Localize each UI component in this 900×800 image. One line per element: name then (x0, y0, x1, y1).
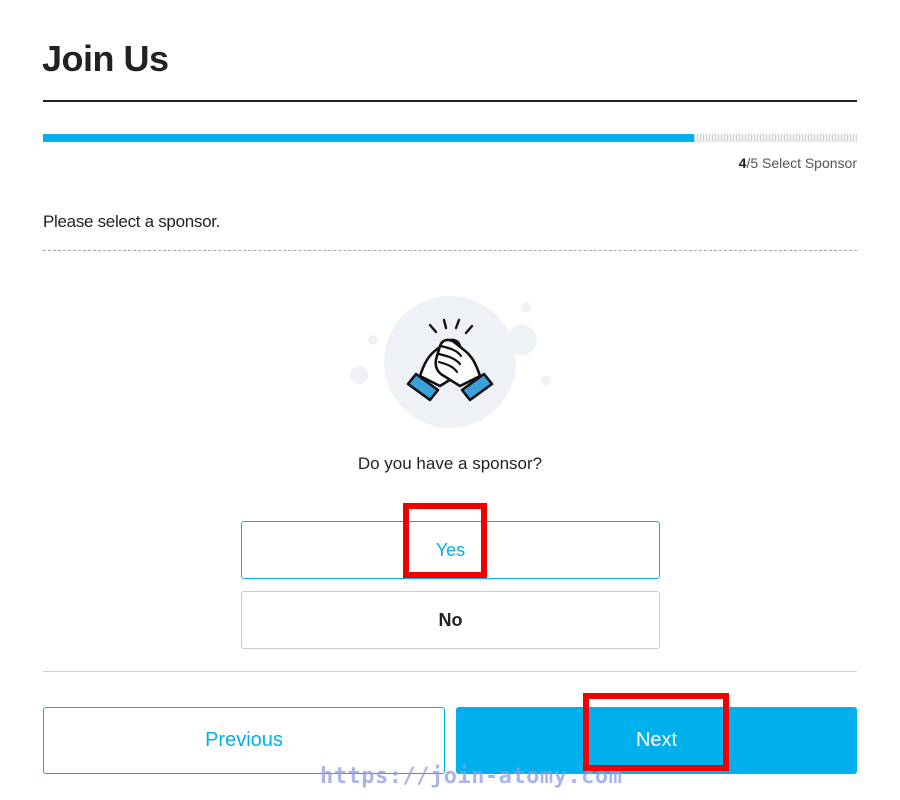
sponsor-no-label: No (438, 609, 463, 630)
step-label: Select Sponsor (758, 155, 857, 171)
footer-divider (43, 671, 857, 672)
sponsor-yes-option[interactable]: Yes (241, 521, 660, 579)
sponsor-no-option[interactable]: No (241, 591, 660, 649)
next-button-label: Next (635, 729, 678, 751)
sponsor-yes-label: Yes (435, 539, 466, 560)
progress-bar-fill (43, 134, 695, 142)
sponsor-question: Do you have a sponsor? (357, 454, 543, 473)
title-divider (43, 100, 857, 102)
previous-button-label: Previous (205, 729, 283, 751)
step-total: /5 (746, 155, 759, 171)
progress-bar (43, 134, 857, 142)
instruction-text: Please select a sponsor. (43, 212, 221, 231)
page-title: Join Us (42, 38, 169, 79)
instruction-divider (43, 250, 857, 251)
step-indicator: 4/5 Select Sponsor (739, 155, 857, 171)
watermark-text: https://join-atomy.com (320, 764, 623, 789)
handshake-icon (340, 290, 560, 440)
